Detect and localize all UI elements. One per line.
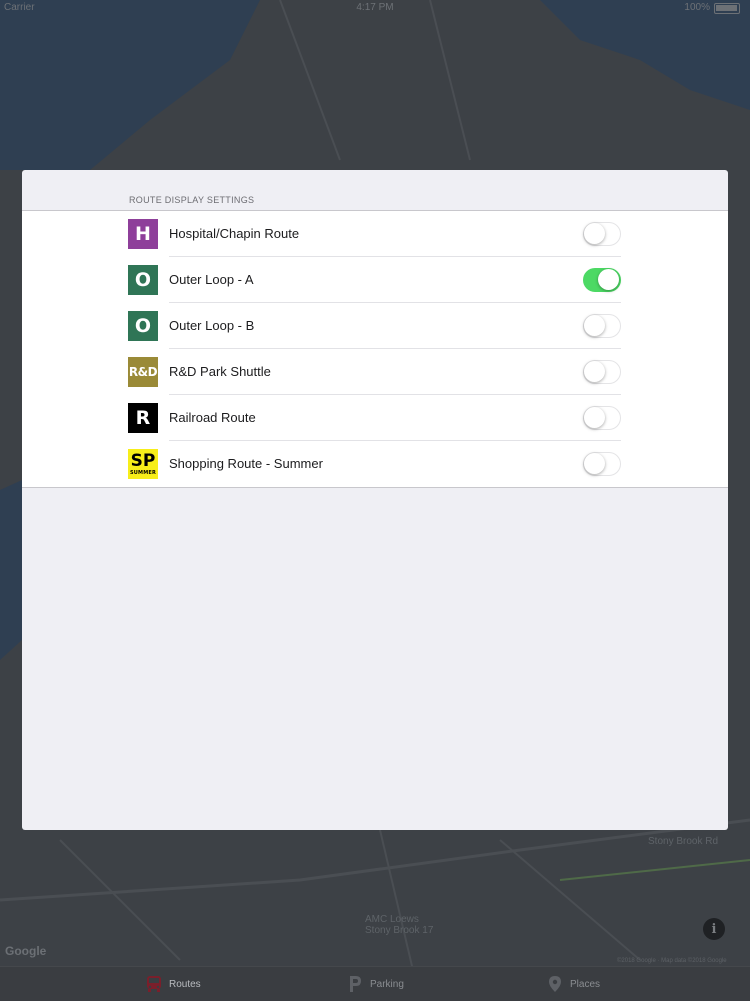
google-logo: Google bbox=[5, 944, 47, 958]
bus-icon bbox=[147, 976, 161, 992]
map-road-label: Stony Brook Rd bbox=[648, 836, 719, 847]
parking-icon bbox=[350, 976, 361, 992]
tab-bar: Routes Parking Places bbox=[0, 966, 750, 1001]
route-row-shopping-summer: SP SUMMER Shopping Route - Summer bbox=[22, 441, 728, 487]
badge-main-text: SP bbox=[130, 450, 156, 471]
battery-percent: 100% bbox=[684, 2, 710, 13]
tab-routes[interactable]: Routes bbox=[145, 973, 201, 995]
tab-label: Routes bbox=[169, 978, 201, 990]
route-toggle-outer-loop-a[interactable] bbox=[583, 268, 621, 292]
route-row-outer-loop-a: O Outer Loop - A bbox=[22, 257, 728, 303]
info-icon[interactable]: i bbox=[703, 918, 725, 940]
route-badge-r-icon: R bbox=[128, 403, 158, 433]
route-label: Hospital/Chapin Route bbox=[169, 226, 300, 241]
route-row-outer-loop-b: O Outer Loop - B bbox=[22, 303, 728, 349]
badge-sub-text: SUMMER bbox=[129, 469, 157, 476]
route-badge-rd-icon: R&D bbox=[128, 357, 158, 387]
route-badge-o-icon: O bbox=[128, 311, 158, 341]
route-settings-sheet: ROUTE DISPLAY SETTINGS H Hospital/Chapin… bbox=[22, 170, 728, 830]
route-badge-h-icon: H bbox=[128, 219, 158, 249]
toggle-knob bbox=[584, 453, 605, 474]
toggle-knob bbox=[584, 315, 605, 336]
route-toggle-shopping-summer[interactable] bbox=[583, 452, 621, 476]
toggle-knob bbox=[584, 223, 605, 244]
route-toggle-outer-loop-b[interactable] bbox=[583, 314, 621, 338]
route-list: H Hospital/Chapin Route O Outer Loop - A… bbox=[22, 210, 728, 488]
toggle-knob bbox=[584, 361, 605, 382]
tab-places[interactable]: Places bbox=[546, 973, 600, 995]
route-toggle-railroad[interactable] bbox=[583, 406, 621, 430]
route-row-rd-park-shuttle: R&D R&D Park Shuttle bbox=[22, 349, 728, 395]
route-badge-o-icon: O bbox=[128, 265, 158, 295]
tab-label: Places bbox=[570, 978, 601, 990]
status-bar: Carrier 4:17 PM 100% bbox=[0, 0, 750, 16]
route-badge-sp-icon: SP SUMMER bbox=[128, 449, 158, 479]
map-attribution[interactable]: ©2018 Google · Map data ©2018 Google bbox=[617, 958, 727, 964]
toggle-knob bbox=[584, 407, 605, 428]
route-label: Outer Loop - A bbox=[169, 272, 254, 287]
tab-label: Parking bbox=[370, 978, 404, 990]
toggle-knob bbox=[598, 269, 619, 290]
section-header: ROUTE DISPLAY SETTINGS bbox=[129, 195, 255, 205]
clock-text: 4:17 PM bbox=[356, 2, 394, 13]
route-label: R&D Park Shuttle bbox=[169, 364, 271, 379]
route-row-railroad: R Railroad Route bbox=[22, 395, 728, 441]
route-label: Outer Loop - B bbox=[169, 318, 255, 333]
map-place-label: AMC Loews Stony Brook 17 bbox=[365, 914, 434, 936]
route-toggle-rd-park-shuttle[interactable] bbox=[583, 360, 621, 384]
map-pin-icon bbox=[549, 976, 561, 992]
route-row-hospital-chapin: H Hospital/Chapin Route bbox=[22, 211, 728, 257]
route-toggle-hospital-chapin[interactable] bbox=[583, 222, 621, 246]
tab-parking[interactable]: Parking bbox=[346, 973, 404, 995]
route-label: Shopping Route - Summer bbox=[169, 456, 323, 471]
battery-icon bbox=[714, 3, 740, 14]
route-label: Railroad Route bbox=[169, 410, 256, 425]
